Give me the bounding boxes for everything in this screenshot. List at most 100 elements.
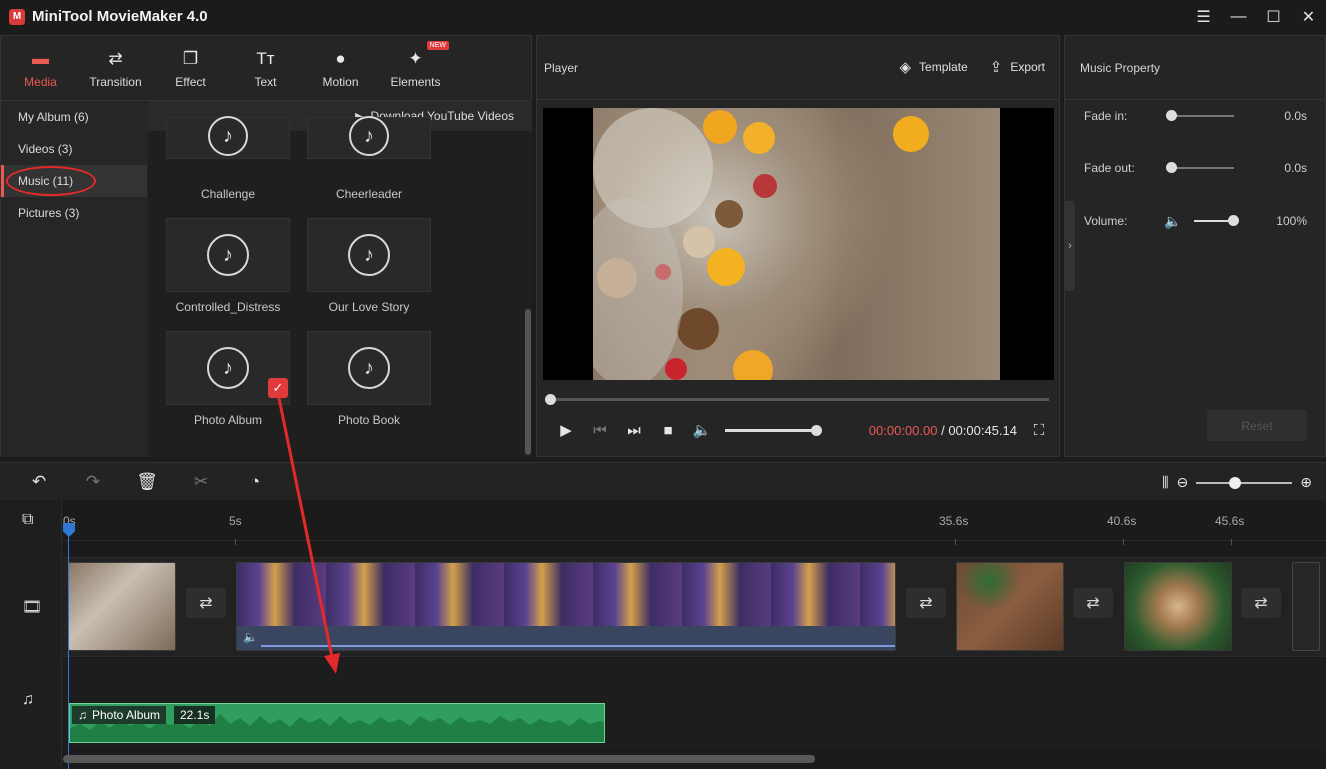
redo-icon[interactable]: ↷ [66,472,120,492]
library-scrollbar[interactable] [525,309,531,455]
video-clip[interactable] [956,562,1064,651]
transition-icon[interactable]: ⇄ [1241,588,1281,618]
audio-clip-duration: 22.1s [174,706,215,724]
close-icon[interactable]: ✕ [1291,0,1326,33]
volume-knob[interactable] [811,425,822,436]
transition-icon[interactable]: ⇄ [186,588,226,618]
fade-in-label: Fade in: [1084,109,1164,123]
clip-volume-icon[interactable]: 🔈 [243,630,258,644]
motion-icon: ● [335,48,345,70]
music-volume-knob[interactable] [1228,215,1239,226]
music-card-label: Controlled_Distress [166,300,290,314]
music-note-icon: ♪ [349,116,389,156]
music-property-title: Music Property [1065,36,1325,100]
tab-motion[interactable]: ● Motion [303,36,378,100]
annotation-oval [6,166,96,196]
template-label: Template [919,60,968,74]
volume-label: Volume: [1084,214,1164,228]
play-icon[interactable]: ▶ [549,421,583,439]
seek-bar[interactable] [549,398,1049,401]
export-label: Export [1010,60,1045,74]
delete-icon[interactable]: 🗑 [120,472,174,492]
seek-knob[interactable] [545,394,556,405]
music-note-icon: ♪ [207,234,249,276]
text-icon: Tт [256,48,274,70]
fade-in-row: Fade in: 0.0s [1084,106,1324,126]
minimize-icon[interactable]: — [1221,0,1256,33]
video-clip[interactable] [68,562,176,651]
music-card-label: Cheerleader [307,187,431,201]
video-clip[interactable] [1124,562,1232,651]
chevron-right-icon[interactable]: › [1065,201,1075,291]
zoom-knob[interactable] [1229,477,1241,489]
folder-icon: ▬ [32,48,49,70]
volume-value: 100% [1276,214,1307,228]
timeline: 0s 5s 35.6s 40.6s 45.6s ⇄ 🔈 ⇄ ⇄ ⇄ [63,501,1326,769]
volume-icon[interactable]: 🔈 [685,421,719,439]
tab-transition[interactable]: ⇄ Transition [78,36,153,100]
fade-out-knob[interactable] [1166,162,1177,173]
volume-slider[interactable] [725,429,817,432]
music-card-challenge[interactable]: ♪ [166,117,290,159]
reset-button[interactable]: Reset [1207,410,1307,441]
zoom-out-icon[interactable]: ⊖ [1177,474,1189,491]
next-frame-icon[interactable]: ⏭ [617,422,651,439]
speaker-icon: 🔈 [1164,213,1181,230]
transition-icon[interactable]: ⇄ [906,588,946,618]
video-clip[interactable]: 🔈 [236,562,896,651]
app-title: MiniTool MovieMaker 4.0 [32,8,208,25]
zoom-control: ⫼ ⊖ ⊕ [1162,474,1312,491]
playhead[interactable] [68,523,69,769]
fade-in-slider[interactable] [1168,115,1234,117]
music-card-controlled-distress[interactable]: ♪ [166,218,290,292]
music-card-cheerleader[interactable]: ♪ [307,117,431,159]
sidebar-item-videos[interactable]: Videos (3) [1,133,147,165]
tab-elements[interactable]: ✦ Elements NEW [378,36,453,100]
tab-label: Text [254,75,276,89]
export-icon: ⇪ [990,58,1003,76]
music-note-icon: ♪ [208,116,248,156]
zoom-slider[interactable] [1196,482,1292,484]
stop-icon[interactable]: ■ [651,422,685,439]
tab-effect[interactable]: ❐ Effect [153,36,228,100]
tab-label: Motion [322,75,358,89]
split-icon[interactable]: ✂ [174,472,228,492]
music-card-our-love-story[interactable]: ♪ [307,218,431,292]
sidebar-item-my-album[interactable]: My Album (6) [1,101,147,133]
add-track-icon[interactable]: ⧉ [22,511,33,529]
sidebar-item-music[interactable]: Music (11) [1,165,147,197]
template-button[interactable]: ◈ Template [899,58,967,76]
tab-text[interactable]: Tт Text [228,36,303,100]
transition-icon[interactable]: ⇄ [1073,588,1113,618]
undo-icon[interactable]: ↶ [12,472,66,492]
music-card-photo-book[interactable]: ♪ [307,331,431,405]
tab-media[interactable]: ▬ Media [3,36,78,100]
audio-clip[interactable]: ♫ Photo Album 22.1s [69,703,605,743]
export-button[interactable]: ⇪ Export [990,58,1045,76]
sidebar-item-pictures[interactable]: Pictures (3) [1,197,147,229]
fade-out-slider[interactable] [1168,167,1234,169]
speed-icon[interactable]: ◔ [228,472,282,492]
tab-label: Media [24,75,57,89]
music-track-icon: ♫ [22,691,34,709]
fade-in-knob[interactable] [1166,110,1177,121]
empty-clip-slot[interactable] [1292,562,1320,651]
time-ruler[interactable]: 0s 5s 35.6s 40.6s 45.6s [63,501,1326,541]
timeline-scrollbar[interactable] [63,755,815,763]
ruler-label: 5s [229,514,242,528]
menu-icon[interactable]: ☰ [1186,0,1221,33]
tab-label: Effect [175,75,205,89]
previous-frame-icon[interactable]: ⏮ [583,422,617,439]
fullscreen-icon[interactable]: ⛶ [1029,422,1049,439]
media-panel: ▬ Media ⇄ Transition ❐ Effect Tт Text ● … [0,35,532,457]
zoom-in-icon[interactable]: ⊕ [1300,474,1312,491]
maximize-icon[interactable]: ☐ [1256,0,1291,33]
fit-icon[interactable]: ⫼ [1162,474,1168,491]
current-time: 00:00:00.00 [869,423,938,438]
music-card-label: Challenge [166,187,290,201]
preview-image [593,108,1000,380]
music-volume-slider[interactable] [1194,220,1234,222]
timeline-toolbar: ↶ ↷ 🗑 ✂ ◔ ⫼ ⊖ ⊕ [0,462,1326,500]
media-tabs: ▬ Media ⇄ Transition ❐ Effect Tт Text ● … [1,36,531,101]
clip-audio-bar: 🔈 [237,626,895,650]
